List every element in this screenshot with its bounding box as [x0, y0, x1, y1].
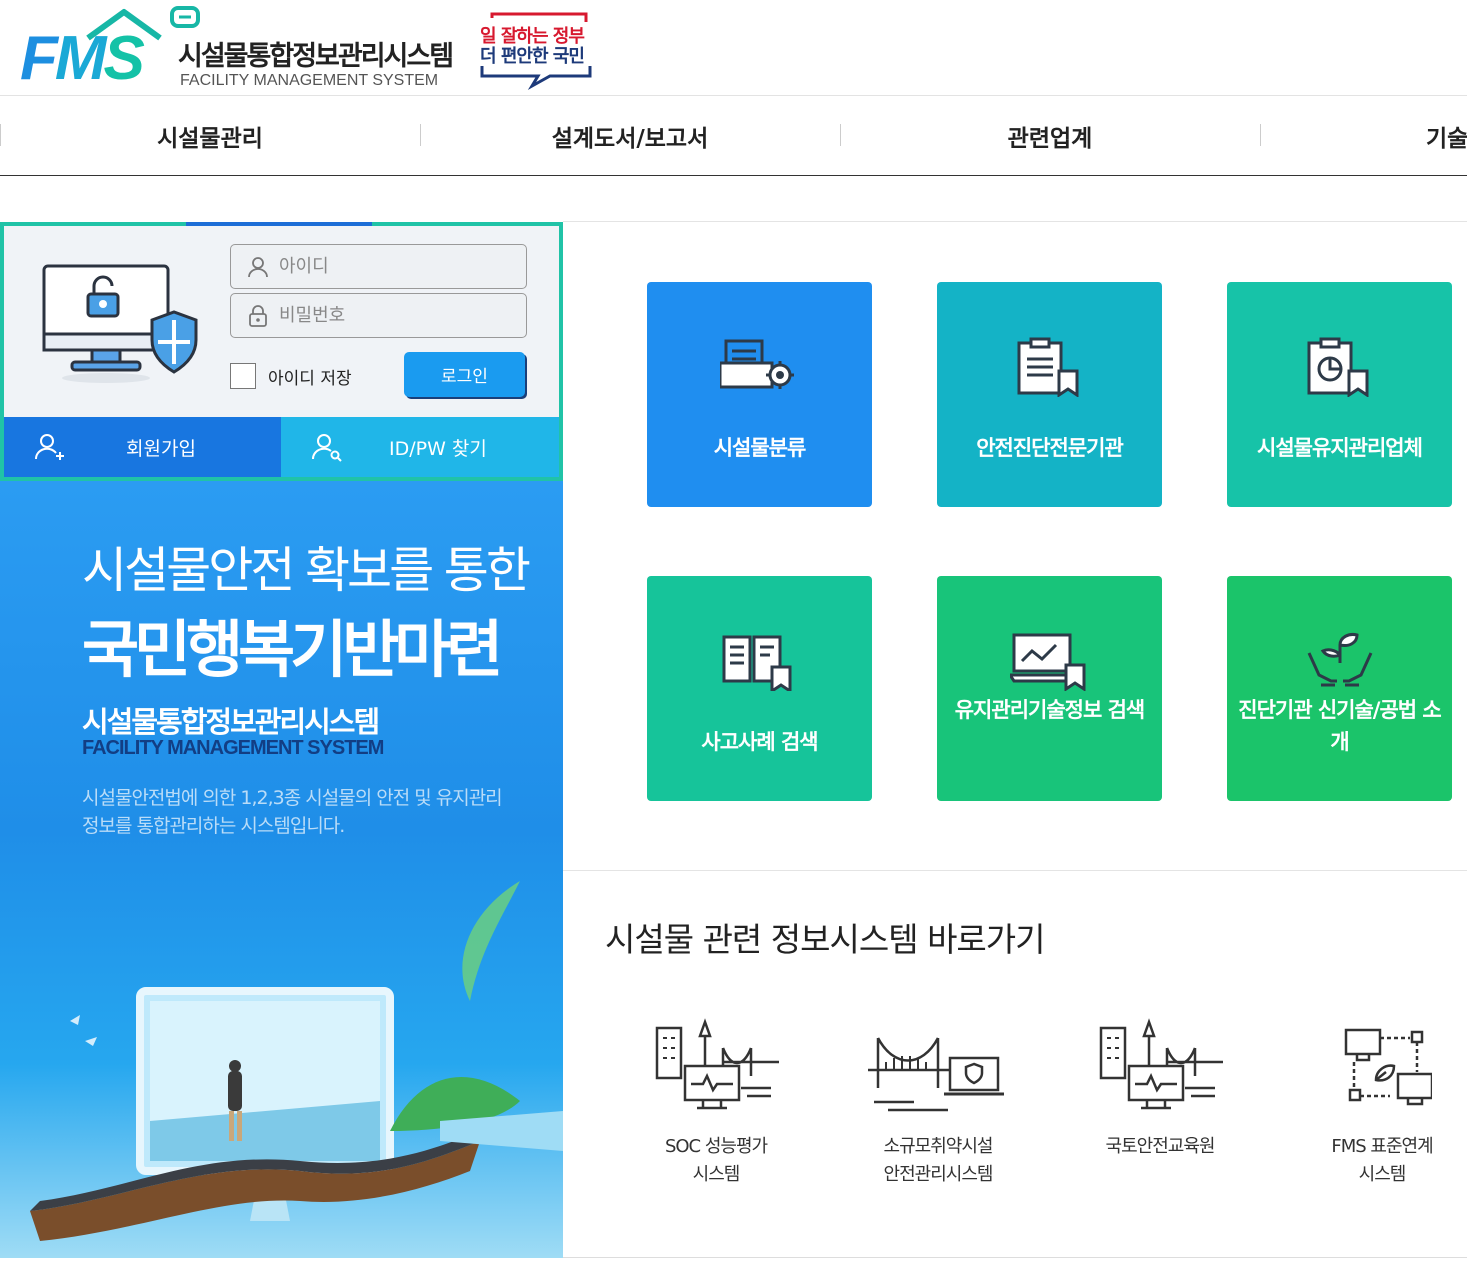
hands-plant-icon: [1307, 633, 1372, 687]
link-label-line-1: FMS 표준연계: [1331, 1136, 1433, 1157]
link-label-line-1: 소규모취약시설: [883, 1136, 994, 1157]
tile-facility-classification[interactable]: 시설물분류: [647, 282, 872, 507]
promo-banner: 시설물안전 확보를 통한 국민행복기반마련 시설물통합정보관리시스템 FACIL…: [0, 481, 563, 1258]
city-monitor-icon: [655, 1018, 779, 1110]
nav-item-industry[interactable]: 관련업계: [840, 96, 1260, 175]
nav-item-design-docs[interactable]: 설계도서/보고서: [420, 96, 840, 175]
network-link-icon: [1344, 1028, 1432, 1106]
promo-system-kr: 시설물통합정보관리시스템: [82, 705, 380, 739]
book-search-icon: [722, 635, 791, 691]
link-small-facility-safety-system[interactable]: 소규모취약시설 안전관리시스템: [833, 1018, 1043, 1189]
monitor-graph-icon: [1009, 633, 1085, 691]
tile-label: 유지관리기술정보 검색: [954, 698, 1146, 722]
login-top-bar: [0, 222, 563, 226]
promo-headline-2: 국민행복기반마련: [82, 613, 503, 686]
password-field[interactable]: [230, 293, 527, 338]
password-input[interactable]: [279, 305, 519, 326]
join-button[interactable]: 회원가입: [4, 417, 281, 477]
user-id-input[interactable]: [279, 256, 519, 277]
promo-illustration: [30, 881, 563, 1241]
promo-headline-1: 시설물안전 확보를 통한: [82, 542, 531, 599]
save-id-checkbox[interactable]: [230, 363, 256, 389]
user-search-icon: [311, 434, 342, 462]
find-label: ID/PW 찾기: [389, 438, 487, 460]
shortcuts-title: 시설물 관련 정보시스템 바로가기: [605, 920, 1046, 959]
tile-label: 사고사례 검색: [701, 730, 818, 754]
login-top-bar-accent: [186, 222, 372, 226]
link-national-safety-education[interactable]: 국토안전교육원: [1055, 1018, 1265, 1161]
tile-safety-diagnosis-agency[interactable]: 안전진단전문기관: [937, 282, 1162, 507]
link-label-line-2: 시스템: [1358, 1164, 1407, 1185]
main-nav: 시설물관리 설계도서/보고서 관련업계 기술: [0, 96, 1467, 176]
bridge-laptop-icon: [868, 1037, 1004, 1112]
logo-fms-letters: FMS: [20, 24, 145, 93]
bottom-divider: [563, 1257, 1467, 1258]
tile-label: 진단기관 신기술/공법 소개: [1238, 698, 1442, 754]
user-add-icon: [34, 434, 64, 460]
document-gear-icon: [719, 339, 794, 389]
secure-computer-icon: [42, 264, 198, 383]
link-label-line-1: 국토안전교육원: [1105, 1136, 1216, 1157]
nav-item-facility[interactable]: 시설물관리: [0, 96, 420, 175]
section-divider: [563, 870, 1467, 871]
city-monitor-icon: [1099, 1018, 1223, 1110]
content-divider: [563, 221, 1467, 222]
government-slogan-logo[interactable]: 일 잘하는 정부 더 편안한 국민: [478, 6, 598, 92]
join-label: 회원가입: [126, 438, 196, 460]
tile-maintenance-tech-search[interactable]: 유지관리기술정보 검색: [937, 576, 1162, 801]
tile-new-tech-introduction[interactable]: 진단기관 신기술/공법 소개: [1227, 576, 1452, 801]
logo-english-name: FACILITY MANAGEMENT SYSTEM: [180, 72, 439, 89]
user-icon: [248, 256, 268, 277]
link-label-line-2: 시스템: [692, 1164, 741, 1185]
tile-label: 시설물유지관리업체: [1257, 436, 1423, 460]
report-chart-icon: [1307, 337, 1368, 397]
fms-logo[interactable]: FMS 시설물통합정보관리시스템 FACILITY MANAGEMENT SYS…: [20, 6, 454, 93]
login-button[interactable]: 로그인: [404, 352, 525, 397]
lock-icon: [249, 304, 267, 327]
tile-label: 안전진단전문기관: [976, 436, 1124, 460]
link-label-line-1: SOC 성능평가: [664, 1136, 768, 1157]
tile-maintenance-company[interactable]: 시설물유지관리업체: [1227, 282, 1452, 507]
user-id-field[interactable]: [230, 244, 527, 289]
slogan-line-2: 더 편안한 국민: [480, 46, 585, 67]
link-fms-standard-integration[interactable]: FMS 표준연계 시스템: [1277, 1018, 1467, 1189]
save-id-label: 아이디 저장: [268, 369, 352, 389]
promo-system-en: FACILITY MANAGEMENT SYSTEM: [82, 737, 384, 759]
tile-accident-case-search[interactable]: 사고사례 검색: [647, 576, 872, 801]
promo-description: 시설물안전법에 의한 1,2,3종 시설물의 안전 및 유지관리 정보를 통합관…: [82, 787, 503, 837]
find-id-pw-button[interactable]: ID/PW 찾기: [281, 417, 559, 477]
login-panel: 아이디 저장 로그인 회원가입 ID/PW 찾기: [0, 222, 563, 481]
link-soc-performance-system[interactable]: SOC 성능평가 시스템: [611, 1018, 821, 1189]
site-header: FMS 시설물통합정보관리시스템 FACILITY MANAGEMENT SYS…: [0, 0, 1467, 96]
logo-korean-name: 시설물통합정보관리시스템: [178, 41, 454, 72]
tile-label: 시설물분류: [713, 436, 807, 460]
link-label-line-2: 안전관리시스템: [883, 1164, 994, 1185]
nav-item-tech[interactable]: 기술: [1260, 96, 1467, 175]
clipboard-bookmark-icon: [1017, 337, 1078, 397]
